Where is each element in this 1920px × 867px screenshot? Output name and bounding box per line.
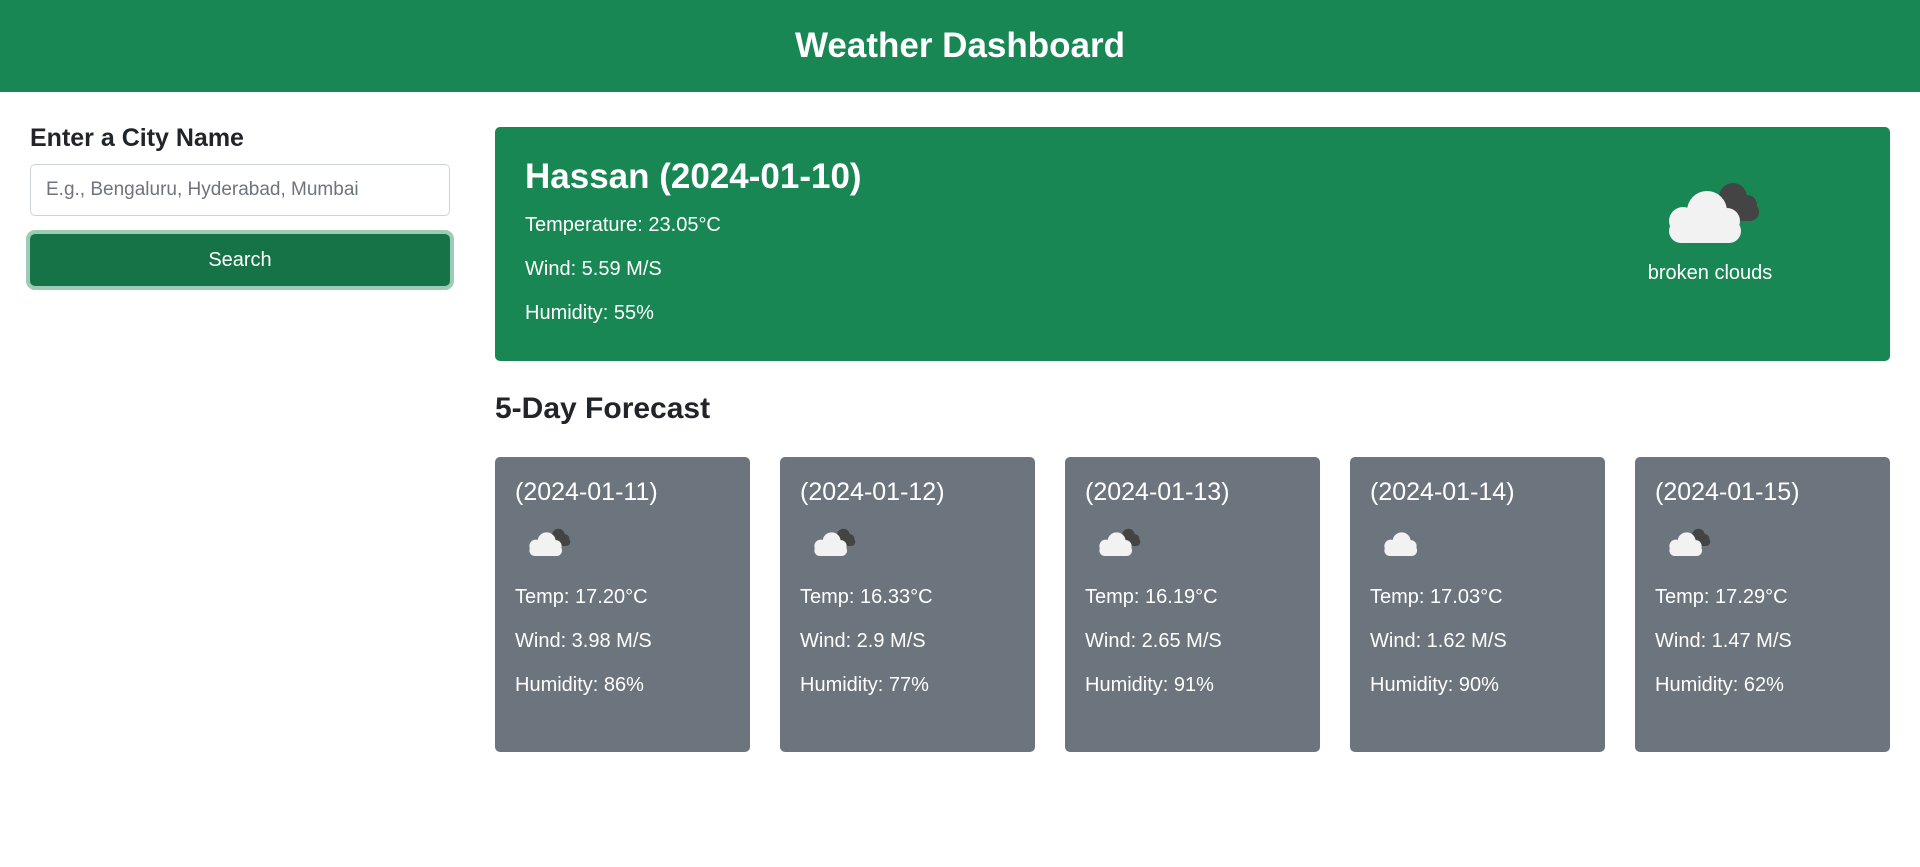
broken-clouds-icon xyxy=(1093,523,1300,563)
forecast-wind: Wind: 2.9 M/S xyxy=(800,630,926,652)
forecast-humidity: Humidity: 62% xyxy=(1655,674,1784,696)
forecast-temp: Temp: 16.19°C xyxy=(1085,586,1218,608)
forecast-date: (2024-01-12) xyxy=(800,478,945,506)
main-layout: Enter a City Name Search Hassan (2024-01… xyxy=(0,92,1920,867)
forecast-wind: Wind: 3.98 M/S xyxy=(515,630,652,652)
broken-clouds-icon xyxy=(1663,523,1870,563)
broken-clouds-icon xyxy=(523,523,730,563)
current-weather-details: Hassan (2024-01-10) Temperature: 23.05°C… xyxy=(525,155,862,345)
forecast-wind: Wind: 1.62 M/S xyxy=(1370,630,1507,652)
forecast-date: (2024-01-14) xyxy=(1370,478,1515,506)
city-search-input[interactable] xyxy=(30,164,450,216)
forecast-wind: Wind: 1.47 M/S xyxy=(1655,630,1792,652)
app-header: Weather Dashboard xyxy=(0,0,1920,92)
forecast-heading: 5-Day Forecast xyxy=(495,392,711,425)
broken-clouds-icon xyxy=(1669,183,1759,243)
forecast-card: (2024-01-11) Temp: 17.20°C Wind: 3.98 M/… xyxy=(495,457,750,752)
current-weather-card: Hassan (2024-01-10) Temperature: 23.05°C… xyxy=(495,127,1890,361)
forecast-humidity: Humidity: 91% xyxy=(1085,674,1214,696)
forecast-card: (2024-01-13) Temp: 16.19°C Wind: 2.65 M/… xyxy=(1065,457,1320,752)
forecast-card: (2024-01-14) Temp: 17.03°C Wind: 1.62 M/… xyxy=(1350,457,1605,752)
forecast-card: (2024-01-12) Temp: 16.33°C Wind: 2.9 M/S… xyxy=(780,457,1035,752)
current-temperature: Temperature: 23.05°C xyxy=(525,214,721,236)
search-heading: Enter a City Name xyxy=(30,124,244,152)
forecast-temp: Temp: 17.03°C xyxy=(1370,586,1503,608)
forecast-cards: (2024-01-11) Temp: 17.20°C Wind: 3.98 M/… xyxy=(495,457,1890,752)
forecast-date: (2024-01-15) xyxy=(1655,478,1800,506)
forecast-date: (2024-01-13) xyxy=(1085,478,1230,506)
forecast-card: (2024-01-15) Temp: 17.29°C Wind: 1.47 M/… xyxy=(1635,457,1890,752)
broken-clouds-icon xyxy=(808,523,1015,563)
forecast-wind: Wind: 2.65 M/S xyxy=(1085,630,1222,652)
forecast-date: (2024-01-11) xyxy=(515,478,658,506)
search-panel: Enter a City Name Search xyxy=(30,122,450,286)
forecast-temp: Temp: 16.33°C xyxy=(800,586,933,608)
forecast-humidity: Humidity: 90% xyxy=(1370,674,1499,696)
current-city-title: Hassan (2024-01-10) xyxy=(525,157,862,196)
current-description: broken clouds xyxy=(1647,262,1773,284)
forecast-humidity: Humidity: 86% xyxy=(515,674,644,696)
current-wind: Wind: 5.59 M/S xyxy=(525,258,662,280)
forecast-temp: Temp: 17.20°C xyxy=(515,586,648,608)
forecast-temp: Temp: 17.29°C xyxy=(1655,586,1788,608)
current-humidity: Humidity: 55% xyxy=(525,302,654,324)
search-button[interactable]: Search xyxy=(30,234,450,286)
current-condition: broken clouds xyxy=(1625,175,1795,285)
page-title: Weather Dashboard xyxy=(795,26,1125,65)
forecast-humidity: Humidity: 77% xyxy=(800,674,929,696)
clouds-icon xyxy=(1378,523,1585,563)
